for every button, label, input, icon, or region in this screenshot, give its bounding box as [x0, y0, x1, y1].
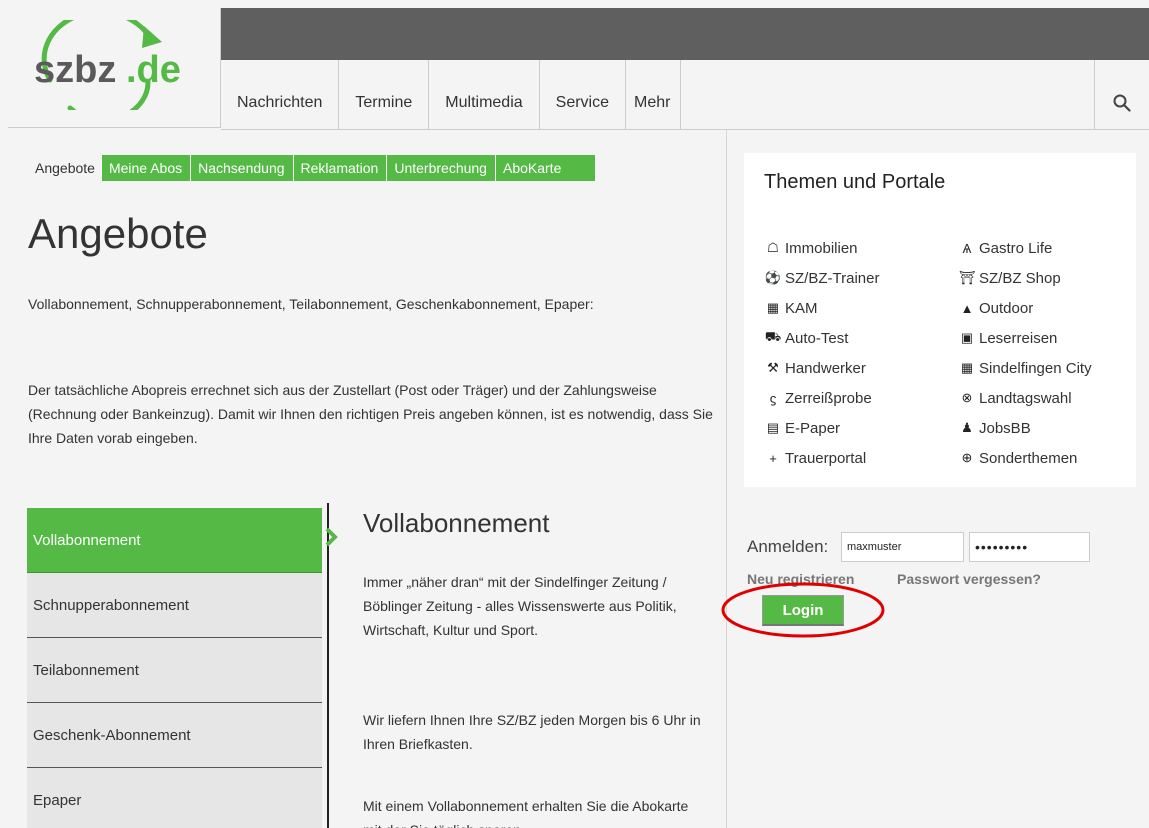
portal-link[interactable]: ⊕ Sonderthemen: [958, 443, 1092, 473]
logo-suffix: .de: [126, 49, 181, 91]
portal-label: Leserreisen: [979, 329, 1058, 347]
nav-service[interactable]: Service: [540, 60, 626, 130]
plus-circle-icon: ⊕: [961, 450, 973, 465]
portal-list-left: ☖ Immobilien ⚽ SZ/BZ-Trainer ▦ KAM ⛟ Auto-Te…: [764, 233, 880, 473]
portal-link[interactable]: ⛟ Auto-Test: [764, 323, 879, 353]
search-icon[interactable]: [1113, 94, 1131, 112]
portal-link[interactable]: ▦ Sindelfingen City: [958, 353, 1092, 383]
portal-label: E-Paper: [785, 419, 841, 437]
logo-text: szbz: [34, 49, 116, 91]
suitcase-icon: ▣: [960, 330, 974, 345]
portal-label: Sindelfingen City: [979, 359, 1092, 377]
cross-icon: +: [769, 450, 777, 466]
portal-link[interactable]: ⊗ Landtagswahl: [958, 383, 1092, 413]
page-title: Angebote: [28, 210, 208, 257]
portal-list-right: Ѧ Gastro Life ⛩ SZ/BZ Shop ▲ Outdoor ▣ Leser…: [958, 233, 1092, 473]
tent-icon: ▲: [960, 300, 974, 316]
detail-paragraph: Mit einem Vollabonnement erhalten Sie di…: [363, 798, 689, 828]
intro-price-text: Der tatsächliche Abopreis errechnet sich…: [28, 382, 713, 446]
intro-text: Vollabonnement, Schnupperabonnement, Tei…: [28, 296, 594, 312]
portals-title: Themen und Portale: [764, 171, 946, 193]
column-divider: [726, 130, 727, 828]
login-label: Anmelden:: [747, 537, 829, 556]
portal-label: JobsBB: [979, 419, 1031, 437]
portal-label: Landtagswahl: [979, 389, 1072, 407]
grid-icon: ▦: [766, 300, 780, 315]
portal-label: Outdoor: [979, 299, 1034, 317]
forgot-password-link[interactable]: Passwort vergessen?: [897, 571, 1041, 587]
subnav-unterbrechung[interactable]: Unterbrechung: [386, 155, 495, 181]
portal-label: SZ/BZ Shop: [979, 269, 1061, 287]
portal-link[interactable]: ϛ Zerreißprobe: [764, 383, 879, 413]
cutlery-icon: Ѧ: [962, 240, 972, 256]
logo-area[interactable]: szbz .de: [8, 8, 221, 128]
chevron-right-icon: [325, 527, 338, 547]
portal-link[interactable]: ⚽ SZ/BZ-Trainer: [764, 263, 880, 293]
portal-label: Handwerker: [785, 359, 866, 377]
nav-termine[interactable]: Termine: [339, 60, 430, 130]
subnav-meine-abos[interactable]: Meine Abos: [100, 155, 191, 181]
portal-label: Auto-Test: [785, 329, 849, 347]
portal-link[interactable]: ♟ JobsBB: [958, 413, 1092, 443]
house-icon: ☖: [767, 240, 779, 255]
szbz-logo[interactable]: szbz .de: [30, 20, 210, 110]
portal-label: Gastro Life: [979, 239, 1053, 257]
hammer-icon: ⚒: [767, 360, 779, 375]
portal-link[interactable]: + Trauerportal: [764, 443, 879, 473]
themes-portals-box: Themen und Portale ☖ Immobilien ⚽ SZ/BZ-Tr…: [744, 153, 1136, 487]
car-icon: ⛟: [764, 329, 782, 344]
portal-link[interactable]: ⚒ Handwerker: [764, 353, 879, 383]
portal-label: Zerreißprobe: [785, 389, 872, 407]
subnav-nachsendung[interactable]: Nachsendung: [190, 155, 293, 181]
abo-menu-epaper[interactable]: Epaper: [27, 768, 322, 828]
search-button[interactable]: [1095, 60, 1149, 129]
portal-link[interactable]: ⛩ SZ/BZ Shop: [958, 263, 1092, 293]
detail-paragraph: Wir liefern Ihnen Ihre SZ/BZ jeden Morge…: [363, 712, 701, 752]
abo-menu-schnupperabonnement[interactable]: Schnupperabonnement: [27, 573, 322, 638]
nav-spacer: [681, 60, 1095, 129]
highlight-ellipse: [721, 582, 885, 638]
detail-title: Vollabonnement: [363, 508, 550, 538]
username-input[interactable]: [841, 532, 964, 562]
lightning-icon: ϛ: [769, 390, 777, 406]
portal-label: Trauerportal: [785, 449, 867, 467]
abo-menu-vollabonnement[interactable]: Vollabonnement: [27, 508, 322, 573]
abo-type-menu: Vollabonnement Schnupperabonnement Teila…: [27, 508, 322, 828]
abo-menu-teilabonnement[interactable]: Teilabonnement: [27, 638, 322, 703]
newspaper-icon: ▤: [766, 420, 780, 435]
close-circle-icon: ⊗: [961, 390, 973, 405]
portal-link[interactable]: ▣ Leserreisen: [958, 323, 1092, 353]
cart-icon: ⛩: [958, 270, 976, 285]
portal-link[interactable]: ▤ E-Paper: [764, 413, 879, 443]
portal-label: KAM: [785, 299, 818, 317]
portal-label: Immobilien: [785, 239, 858, 257]
password-input[interactable]: [969, 532, 1090, 562]
nav-nachrichten[interactable]: Nachrichten: [221, 60, 340, 130]
subnav-abokarte[interactable]: AboKarte: [494, 155, 596, 181]
top-bar: [221, 8, 1149, 60]
portal-link[interactable]: Ѧ Gastro Life: [958, 233, 1092, 263]
portal-link[interactable]: ☖ Immobilien: [764, 233, 879, 263]
user-icon: ♟: [961, 420, 973, 435]
menu-divider: [327, 503, 329, 828]
portal-label: SZ/BZ-Trainer: [785, 269, 880, 287]
portal-link[interactable]: ▲ Outdoor: [958, 293, 1092, 323]
subnav-reklamation[interactable]: Reklamation: [292, 155, 387, 181]
portal-link[interactable]: ▦ KAM: [764, 293, 879, 323]
abo-subnav: Angebote Meine Abos Nachsendung Reklamat…: [27, 155, 596, 181]
portal-label: Sonderthemen: [979, 449, 1078, 467]
map-icon: ▦: [960, 360, 974, 375]
site-header: szbz .de Nachrichten Termine Multimedia …: [8, 8, 1149, 130]
abo-menu-geschenk-abonnement[interactable]: Geschenk-Abonnement: [27, 703, 322, 768]
nav-mehr[interactable]: Mehr: [626, 60, 682, 130]
subnav-angebote[interactable]: Angebote: [27, 155, 101, 181]
main-nav: Nachrichten Termine Multimedia Service M…: [221, 60, 1149, 130]
soccer-ball-icon: ⚽: [764, 270, 782, 285]
nav-multimedia[interactable]: Multimedia: [429, 60, 540, 130]
detail-paragraph: Immer „näher dran“ mit der Sindelfinger …: [363, 574, 677, 638]
